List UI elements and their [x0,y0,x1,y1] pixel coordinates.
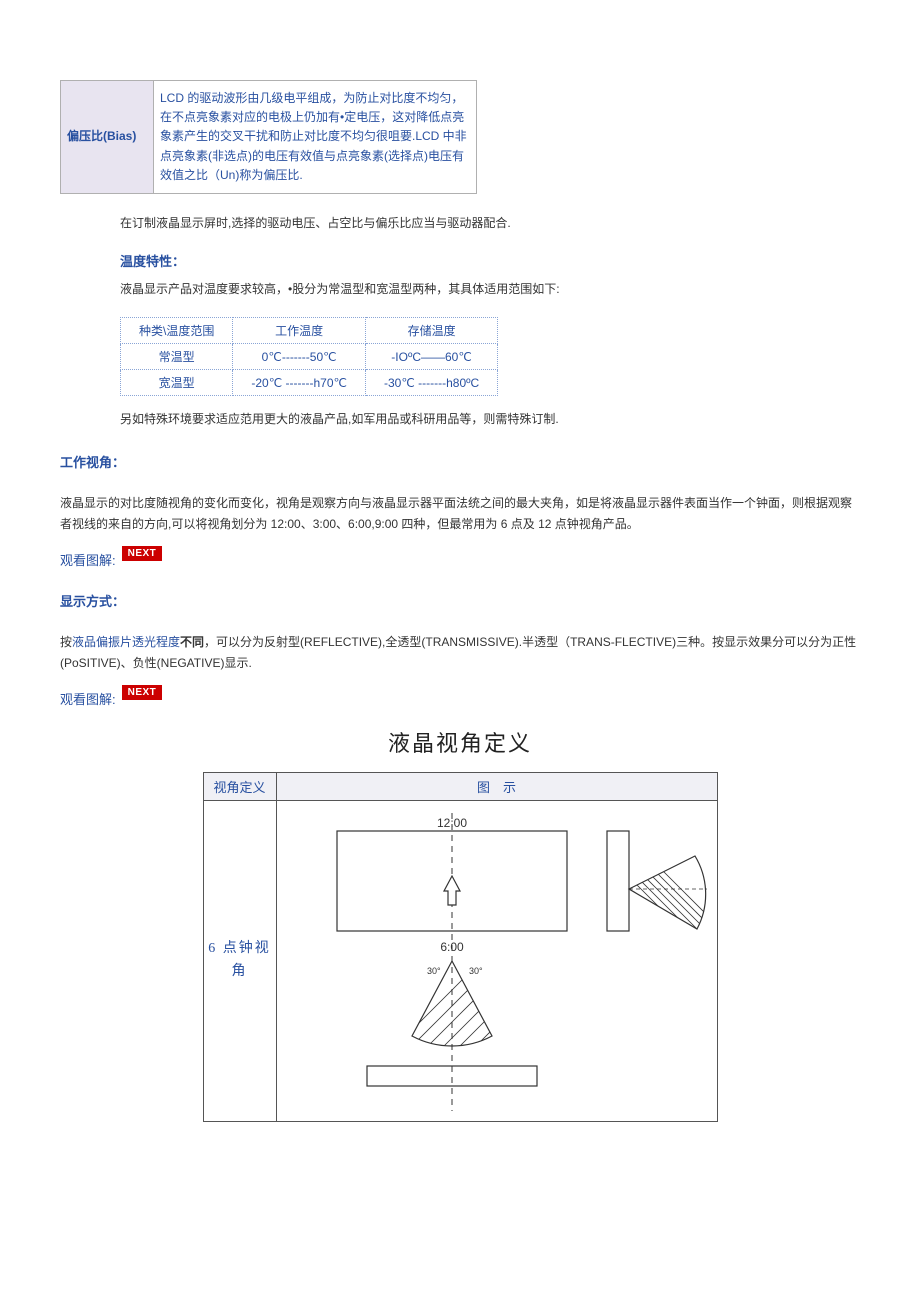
diagram-heading: 液晶视角定义 [60,726,860,758]
table-row: 宽温型 -20℃ -------h70℃ -30℃ -------h80ºC [121,370,498,396]
temperature-title: 温度特性： [120,251,800,270]
viewing-angle-desc: 液晶显示的对比度随视角的变化而变化，视角是观察方向与液晶显示器平面法统之间的最大… [60,493,860,536]
diagram-col-header-right: 图 示 [276,772,717,800]
svg-text:30°: 30° [469,966,483,976]
temp-header-operating: 工作温度 [233,318,366,344]
temperature-table: 种类\温度范围 工作温度 存储温度 常温型 0℃-------50℃ -IOºC… [120,317,498,396]
temp-cell: 常温型 [121,344,233,370]
display-mode-title: 显示方式： [60,591,860,610]
diagram-row-label: 6 点钟视角 [203,800,276,1121]
display-mode-desc: 按液品偏振片透光程度不同，可以分为反射型(REFLECTIVE),全透型(TRA… [60,632,860,675]
temp-cell: -IOºC——60℃ [365,344,497,370]
viewing-angle-title: 工作视角： [60,452,860,471]
bias-followup-text: 在订制液晶显示屏时,选择的驱动电压、占空比与偏乐比应当与驱动器配合. [120,214,800,233]
table-header-row: 种类\温度范围 工作温度 存储温度 [121,318,498,344]
view-diagram-label: 观看图解: [60,685,116,708]
next-button[interactable]: NEXT [122,546,163,561]
diagram-6-oclock: 12:00 6:00 [277,801,717,1121]
table-row: 常温型 0℃-------50℃ -IOºC——60℃ [121,344,498,370]
bias-label: 偏压比(Bias) [61,81,154,194]
next-button[interactable]: NEXT [122,685,163,700]
viewing-angle-diagram-table: 视角定义 图 示 6 点钟视角 12:00 [203,772,718,1122]
temp-cell: 宽温型 [121,370,233,396]
temp-header-storage: 存储温度 [365,318,497,344]
label-600: 6:00 [440,940,464,954]
view-diagram-row: 观看图解: NEXT [60,685,860,708]
view-diagram-label: 观看图解: [60,546,116,569]
viewing-angle-svg: 12:00 6:00 [277,801,717,1121]
view-diagram-row: 观看图解: NEXT [60,546,860,569]
temp-cell: -20℃ -------h70℃ [233,370,366,396]
label-1200: 12:00 [436,816,466,830]
bias-description: LCD 的驱动波形由几级电平组成，为防止对比度不均匀，在不点亮象素对应的电极上仍… [154,81,477,194]
svg-text:30°: 30° [427,966,441,976]
bias-table: 偏压比(Bias) LCD 的驱动波形由几级电平组成，为防止对比度不均匀，在不点… [60,80,477,194]
temp-cell: 0℃-------50℃ [233,344,366,370]
temp-cell: -30℃ -------h80ºC [365,370,497,396]
temperature-desc: 液晶显示产品对温度要求较高，•股分为常温型和宽温型两种，其具体适用范围如下: [120,280,800,299]
display-desc-bold: 不同 [180,635,204,649]
temperature-note: 另如特殊环境要求适应范用更大的液晶产品,如军用品或科研用品等，则需特殊订制. [120,410,800,429]
temp-header-type: 种类\温度范围 [121,318,233,344]
display-desc-prefix: 按 [60,635,72,649]
diagram-col-header-left: 视角定义 [203,772,276,800]
display-desc-blue: 液品偏振片透光程度 [72,635,180,649]
